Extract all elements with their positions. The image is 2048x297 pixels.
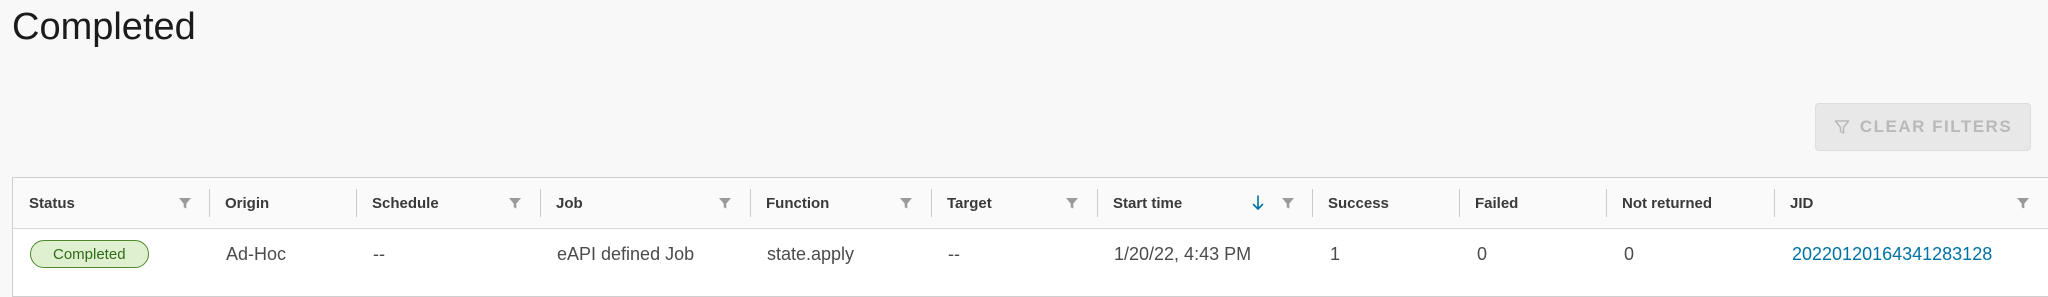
column-header-label: Origin [225, 194, 270, 212]
table-header-row: Status Origin Schedule Job Function Targ… [13, 178, 2048, 229]
column-header-label: Status [29, 194, 75, 212]
column-header-label: JID [1790, 194, 1814, 212]
success-cell: 1 [1330, 243, 1341, 264]
column-header-label: Failed [1475, 194, 1519, 212]
filter-icon[interactable] [1065, 196, 1079, 210]
column-header-label: Function [766, 194, 830, 212]
filter-icon[interactable] [718, 196, 732, 210]
filter-icon[interactable] [1281, 196, 1295, 210]
jid-link[interactable]: 20220120164341283128 [1792, 228, 1992, 280]
column-header-start-time[interactable]: Start time [1097, 178, 1312, 228]
job-cell: eAPI defined Job [557, 243, 695, 264]
column-header-label: Not returned [1622, 194, 1712, 212]
sort-descending-icon[interactable] [1251, 194, 1265, 212]
status-cell: Completed [30, 228, 149, 280]
start-time-cell: 1/20/22, 4:43 PM [1114, 243, 1252, 264]
filter-icon[interactable] [2016, 196, 2030, 210]
jobs-datagrid: Status Origin Schedule Job Function Targ… [12, 177, 2048, 297]
schedule-cell: -- [373, 243, 385, 264]
clear-filters-button[interactable]: CLEAR FILTERS [1815, 103, 2031, 151]
column-header-label: Target [947, 194, 992, 212]
filter-icon[interactable] [508, 196, 522, 210]
filter-icon[interactable] [899, 196, 913, 210]
column-header-not-returned[interactable]: Not returned [1606, 178, 1774, 228]
filter-icon[interactable] [178, 196, 192, 210]
status-badge: Completed [30, 240, 149, 268]
column-header-jid[interactable]: JID [1774, 178, 2048, 228]
table-row[interactable]: Completed Ad-Hoc -- eAPI defined Job sta… [13, 228, 2048, 280]
column-header-failed[interactable]: Failed [1459, 178, 1606, 228]
origin-cell: Ad-Hoc [226, 243, 287, 264]
failed-cell: 0 [1477, 243, 1488, 264]
column-header-label: Success [1328, 194, 1389, 212]
not-returned-cell: 0 [1624, 243, 1635, 264]
column-header-origin[interactable]: Origin [209, 178, 356, 228]
column-header-label: Job [556, 194, 583, 212]
target-cell: -- [948, 243, 960, 264]
clear-filters-label: CLEAR FILTERS [1859, 117, 2013, 136]
column-header-label: Schedule [372, 194, 439, 212]
column-header-label: Start time [1113, 194, 1183, 212]
filter-icon [1834, 120, 1850, 134]
column-header-success[interactable]: Success [1312, 178, 1459, 228]
function-cell: state.apply [767, 243, 855, 264]
page-title: Completed [12, 6, 196, 48]
